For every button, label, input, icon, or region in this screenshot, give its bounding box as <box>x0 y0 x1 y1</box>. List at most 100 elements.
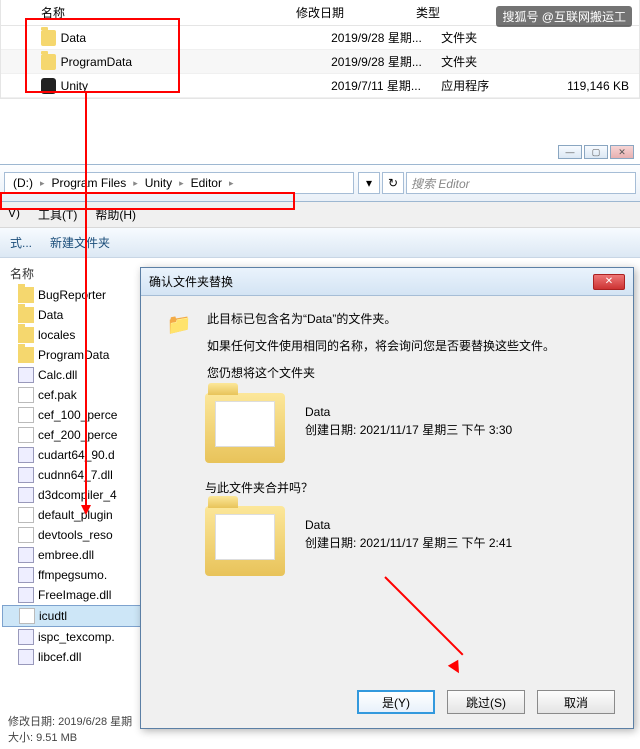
folder-icon <box>41 30 56 46</box>
item-name: cudnn64_7.dll <box>38 468 113 482</box>
dialog-question: 与此文件夹合并吗？ <box>205 479 609 496</box>
item-name: icudtl <box>39 609 67 623</box>
dialog-title-bar[interactable]: 确认文件夹替换 ✕ <box>141 268 633 296</box>
dialog-title: 确认文件夹替换 <box>149 273 233 290</box>
item-size: 119,146 KB <box>528 79 639 93</box>
warning-icon: 📁 <box>165 310 193 338</box>
dll-icon <box>18 547 34 563</box>
yes-button[interactable]: 是(Y) <box>357 690 435 714</box>
folder-icon <box>18 307 34 323</box>
list-item[interactable]: ispc_texcomp. <box>2 627 153 647</box>
chevron-right-icon: ▸ <box>37 178 48 189</box>
menu-tools[interactable]: 工具(T) <box>38 206 77 223</box>
list-item[interactable]: cudnn64_7.dll <box>2 465 153 485</box>
folder-date: 2021/11/17 星期三 下午 2:41 <box>360 536 513 550</box>
item-name: FreeImage.dll <box>38 588 111 602</box>
item-type: 文件夹 <box>441 53 528 70</box>
list-row[interactable]: Data 2019/9/28 星期... 文件夹 <box>1 26 639 50</box>
close-button[interactable]: ✕ <box>610 145 634 159</box>
status-date: 2019/6/28 星期 <box>58 716 132 728</box>
file-list: 名称 BugReporter Data locales ProgramData Calc… <box>0 258 155 718</box>
toolbar-style[interactable]: 式... <box>10 234 32 251</box>
menu-v[interactable]: V) <box>8 206 20 223</box>
dll-icon <box>18 487 34 503</box>
list-item[interactable]: locales <box>2 325 153 345</box>
toolbar: 式... 新建文件夹 <box>0 228 640 258</box>
list-item[interactable]: icudtl <box>2 605 153 627</box>
refresh-button[interactable]: ↻ <box>382 172 404 194</box>
list-item[interactable]: cef.pak <box>2 385 153 405</box>
annotation-arrow <box>85 93 87 513</box>
list-item[interactable]: embree.dll <box>2 545 153 565</box>
list-item[interactable]: cudart64_90.d <box>2 445 153 465</box>
dialog-message: 您仍想将这个文件夹 <box>207 364 555 381</box>
list-item[interactable]: Calc.dll <box>2 365 153 385</box>
item-type: 文件夹 <box>441 29 528 46</box>
menu-help[interactable]: 帮助(H) <box>95 206 136 223</box>
skip-button[interactable]: 跳过(S) <box>447 690 525 714</box>
bc-part[interactable]: Unity <box>141 176 176 190</box>
dll-icon <box>18 649 34 665</box>
dialog-message: 如果任何文件使用相同的名称，将会询问您是否要替换这些文件。 <box>207 337 555 354</box>
menu-bar: V) 工具(T) 帮助(H) <box>0 202 640 228</box>
folder-icon <box>41 54 56 70</box>
bc-drive[interactable]: (D:) <box>9 176 37 190</box>
list-item[interactable]: ProgramData <box>2 345 153 365</box>
window-controls: — ▢ ✕ <box>558 145 634 159</box>
explorer-navbar: — ▢ ✕ (D:)▸ Program Files▸ Unity▸ Editor… <box>0 164 640 202</box>
folder-block: Data 创建日期: 2021/11/17 星期三 下午 2:41 <box>205 506 609 576</box>
list-item[interactable]: d3dcompiler_4 <box>2 485 153 505</box>
item-name: libcef.dll <box>38 650 81 664</box>
folder-name: Data <box>305 518 512 532</box>
folder-icon <box>18 347 34 363</box>
file-icon <box>18 527 34 543</box>
list-item[interactable]: cef_100_perce <box>2 405 153 425</box>
col-date[interactable]: 修改日期 <box>296 4 416 21</box>
new-folder-button[interactable]: 新建文件夹 <box>50 234 110 251</box>
list-item[interactable]: ffmpegsumo. <box>2 565 153 585</box>
bc-part[interactable]: Program Files <box>48 176 131 190</box>
folder-icon <box>205 506 285 576</box>
dropdown-button[interactable]: ▾ <box>358 172 380 194</box>
close-button[interactable]: ✕ <box>593 274 625 290</box>
item-date: 2019/9/28 星期... <box>331 53 441 70</box>
bc-part[interactable]: Editor <box>187 176 226 190</box>
folder-date-label: 创建日期: <box>305 423 356 437</box>
chevron-right-icon: ▸ <box>130 178 141 189</box>
item-name: ispc_texcomp. <box>38 630 115 644</box>
dll-icon <box>18 629 34 645</box>
list-header[interactable]: 名称 <box>2 262 153 285</box>
item-name: ffmpegsumo. <box>38 568 107 582</box>
col-name[interactable]: 名称 <box>1 4 296 21</box>
list-row[interactable]: ProgramData 2019/9/28 星期... 文件夹 <box>1 50 639 74</box>
folder-icon <box>18 327 34 343</box>
item-name: ProgramData <box>38 348 109 362</box>
item-name: Calc.dll <box>38 368 77 382</box>
confirm-replace-dialog: 确认文件夹替换 ✕ 📁 此目标已包含名为“Data”的文件夹。 如果任何文件使用… <box>140 267 634 729</box>
maximize-button[interactable]: ▢ <box>584 145 608 159</box>
file-icon <box>18 427 34 443</box>
folder-block: Data 创建日期: 2021/11/17 星期三 下午 3:30 <box>205 393 609 463</box>
item-name: embree.dll <box>38 548 94 562</box>
dll-icon <box>18 567 34 583</box>
list-item[interactable]: default_plugin <box>2 505 153 525</box>
list-row[interactable]: Unity 2019/7/11 星期... 应用程序 119,146 KB <box>1 74 639 98</box>
search-input[interactable]: 搜索 Editor <box>406 172 636 194</box>
file-icon <box>18 407 34 423</box>
status-bar: 修改日期: 2019/6/28 星期 大小: 9.51 MB <box>0 709 140 749</box>
item-name: cudart64_90.d <box>38 448 115 462</box>
breadcrumb[interactable]: (D:)▸ Program Files▸ Unity▸ Editor▸ <box>4 172 354 194</box>
folder-date: 2021/11/17 星期三 下午 3:30 <box>360 423 513 437</box>
list-item[interactable]: Data <box>2 305 153 325</box>
item-name: locales <box>38 328 75 342</box>
list-item[interactable]: libcef.dll <box>2 647 153 667</box>
minimize-button[interactable]: — <box>558 145 582 159</box>
item-name: default_plugin <box>38 508 113 522</box>
list-item[interactable]: BugReporter <box>2 285 153 305</box>
item-name: BugReporter <box>38 288 106 302</box>
list-item[interactable]: cef_200_perce <box>2 425 153 445</box>
list-item[interactable]: FreeImage.dll <box>2 585 153 605</box>
cancel-button[interactable]: 取消 <box>537 690 615 714</box>
list-item[interactable]: devtools_reso <box>2 525 153 545</box>
item-name: Unity <box>61 79 331 93</box>
